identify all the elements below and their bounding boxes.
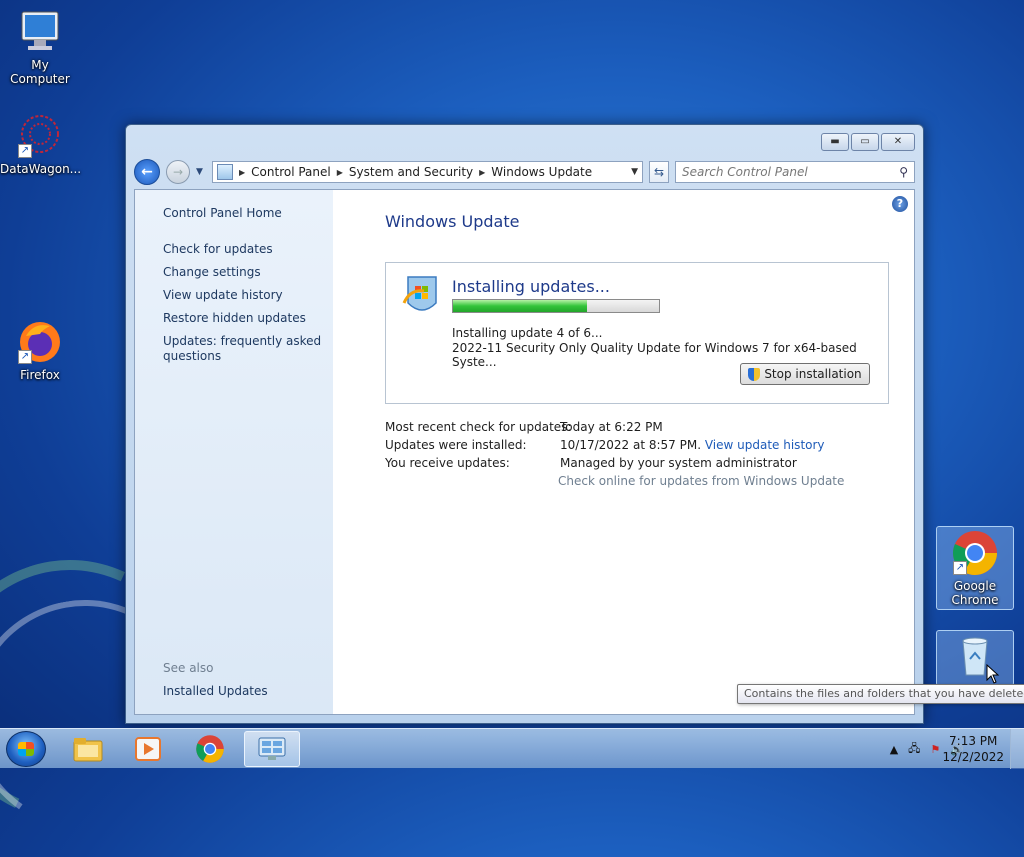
- info-value: Today at 6:22 PM: [560, 420, 663, 434]
- main-pane: ? Windows Update Installing updates... I…: [333, 190, 914, 714]
- breadcrumb-control-panel[interactable]: Control Panel: [251, 165, 331, 179]
- caption-buttons: ▬ ▭ ✕: [821, 133, 915, 151]
- window-content: Control Panel Home Check for updates Cha…: [134, 189, 915, 715]
- info-row-receive: You receive updates: Managed by your sys…: [385, 456, 797, 470]
- refresh-button[interactable]: ⇆: [649, 161, 669, 183]
- taskbar-control-panel-button[interactable]: [244, 731, 300, 767]
- shortcut-arrow-icon: ↗: [18, 144, 32, 158]
- link-installed-updates[interactable]: Installed Updates: [163, 684, 323, 699]
- info-label: You receive updates:: [385, 456, 510, 470]
- recycle-bin-tooltip: Contains the files and folders that you …: [737, 684, 1024, 704]
- page-title: Windows Update: [385, 212, 520, 231]
- link-updates-faq[interactable]: Updates: frequently asked questions: [163, 334, 323, 364]
- forward-button[interactable]: →: [166, 160, 190, 184]
- breadcrumb-separator-icon[interactable]: ▶: [239, 168, 245, 177]
- taskbar-explorer-button[interactable]: [60, 731, 116, 767]
- info-value-group: 10/17/2022 at 8:57 PM. View update histo…: [560, 438, 825, 452]
- desktop-icon-recycle-bin[interactable]: [936, 630, 1014, 686]
- install-progress-fill: [453, 300, 587, 312]
- show-hidden-icons-button[interactable]: ▲: [890, 743, 898, 756]
- close-button[interactable]: ✕: [881, 133, 915, 151]
- control-panel-window: ▬ ▭ ✕ ← → ▼ ▶ Control Panel ▶ System and…: [125, 124, 924, 724]
- firefox-icon: ↗: [16, 318, 64, 366]
- minimize-button[interactable]: ▬: [821, 133, 849, 151]
- info-label: Most recent check for updates:: [385, 420, 572, 434]
- uac-shield-icon: [748, 367, 761, 381]
- search-icon: ⚲: [899, 165, 908, 179]
- media-player-icon: [135, 737, 161, 761]
- chrome-icon: ↗: [951, 529, 999, 577]
- install-progress-bar: [452, 299, 660, 313]
- computer-icon: [16, 8, 64, 56]
- address-bar[interactable]: ▶ Control Panel ▶ System and Security ▶ …: [212, 161, 643, 183]
- mouse-cursor-icon: [986, 664, 1000, 684]
- start-button[interactable]: [6, 731, 46, 767]
- breadcrumb-separator-icon[interactable]: ▶: [479, 168, 485, 177]
- control-panel-icon: [258, 737, 286, 760]
- info-value: Managed by your system administrator: [560, 456, 797, 470]
- link-control-panel-home[interactable]: Control Panel Home: [163, 206, 323, 221]
- control-panel-icon: [217, 164, 233, 180]
- link-view-update-history[interactable]: View update history: [163, 288, 323, 303]
- progress-text: Installing update 4 of 6...: [452, 326, 603, 340]
- chevron-down-icon[interactable]: ▼: [631, 167, 638, 177]
- desktop-icon-firefox[interactable]: ↗ Firefox: [0, 318, 80, 382]
- desktop-icon-label: Firefox: [20, 368, 60, 382]
- recent-pages-dropdown[interactable]: ▼: [196, 167, 206, 177]
- folder-icon: [73, 738, 103, 762]
- desktop-icon-label: Google Chrome: [951, 579, 999, 607]
- clock-date: 12/2/2022: [942, 750, 1004, 764]
- chrome-icon: [196, 735, 224, 763]
- desktop-icon-datawagon[interactable]: ↗ DataWagon...: [0, 112, 82, 176]
- info-label: Updates were installed:: [385, 438, 527, 452]
- stop-installation-button[interactable]: Stop installation: [740, 363, 870, 385]
- breadcrumb-separator-icon[interactable]: ▶: [337, 168, 343, 177]
- desktop-icon-chrome[interactable]: ↗ Google Chrome: [936, 526, 1014, 610]
- datawagon-icon: ↗: [16, 112, 64, 160]
- desktop-icon-label: DataWagon...: [0, 162, 82, 176]
- search-placeholder: Search Control Panel: [682, 165, 808, 179]
- breadcrumb-system-security[interactable]: System and Security: [349, 165, 473, 179]
- installing-updates-panel: Installing updates... Installing update …: [385, 262, 889, 404]
- link-check-online[interactable]: Check online for updates from Windows Up…: [558, 474, 844, 488]
- stop-installation-label: Stop installation: [764, 367, 862, 381]
- network-icon[interactable]: 🖧: [908, 740, 920, 759]
- installing-title: Installing updates...: [452, 277, 610, 296]
- breadcrumb-windows-update[interactable]: Windows Update: [491, 165, 592, 179]
- link-change-settings[interactable]: Change settings: [163, 265, 323, 280]
- desktop-icon-my-computer[interactable]: My Computer: [0, 8, 80, 86]
- back-button[interactable]: ←: [134, 159, 160, 185]
- search-input[interactable]: Search Control Panel ⚲: [675, 161, 915, 183]
- help-icon[interactable]: ?: [892, 196, 908, 212]
- see-also-heading: See also: [163, 661, 214, 675]
- info-row-installed: Updates were installed: 10/17/2022 at 8:…: [385, 438, 825, 452]
- navigation-bar: ← → ▼ ▶ Control Panel ▶ System and Secur…: [134, 159, 915, 185]
- taskbar-chrome-button[interactable]: [182, 731, 238, 767]
- left-pane: Control Panel Home Check for updates Cha…: [135, 190, 333, 714]
- clock[interactable]: 7:13 PM 12/2/2022: [942, 733, 1004, 765]
- shortcut-arrow-icon: ↗: [953, 561, 967, 575]
- link-restore-hidden-updates[interactable]: Restore hidden updates: [163, 311, 323, 326]
- link-view-update-history-inline[interactable]: View update history: [705, 438, 825, 452]
- info-row-last-check: Most recent check for updates: Today at …: [385, 420, 663, 434]
- info-value: 10/17/2022 at 8:57 PM.: [560, 438, 702, 452]
- clock-time: 7:13 PM: [949, 734, 998, 748]
- taskbar-media-player-button[interactable]: [120, 731, 176, 767]
- show-desktop-button[interactable]: [1010, 729, 1024, 769]
- maximize-button[interactable]: ▭: [851, 133, 879, 151]
- shortcut-arrow-icon: ↗: [18, 350, 32, 364]
- link-check-for-updates[interactable]: Check for updates: [163, 242, 323, 257]
- action-center-flag-icon[interactable]: ⚑: [930, 743, 940, 756]
- desktop-icon-label: My Computer: [10, 58, 70, 86]
- windows-update-shield-icon: [402, 273, 442, 319]
- taskbar: ▲ 🖧 ⚑ 🔊 7:13 PM 12/2/2022: [0, 728, 1024, 769]
